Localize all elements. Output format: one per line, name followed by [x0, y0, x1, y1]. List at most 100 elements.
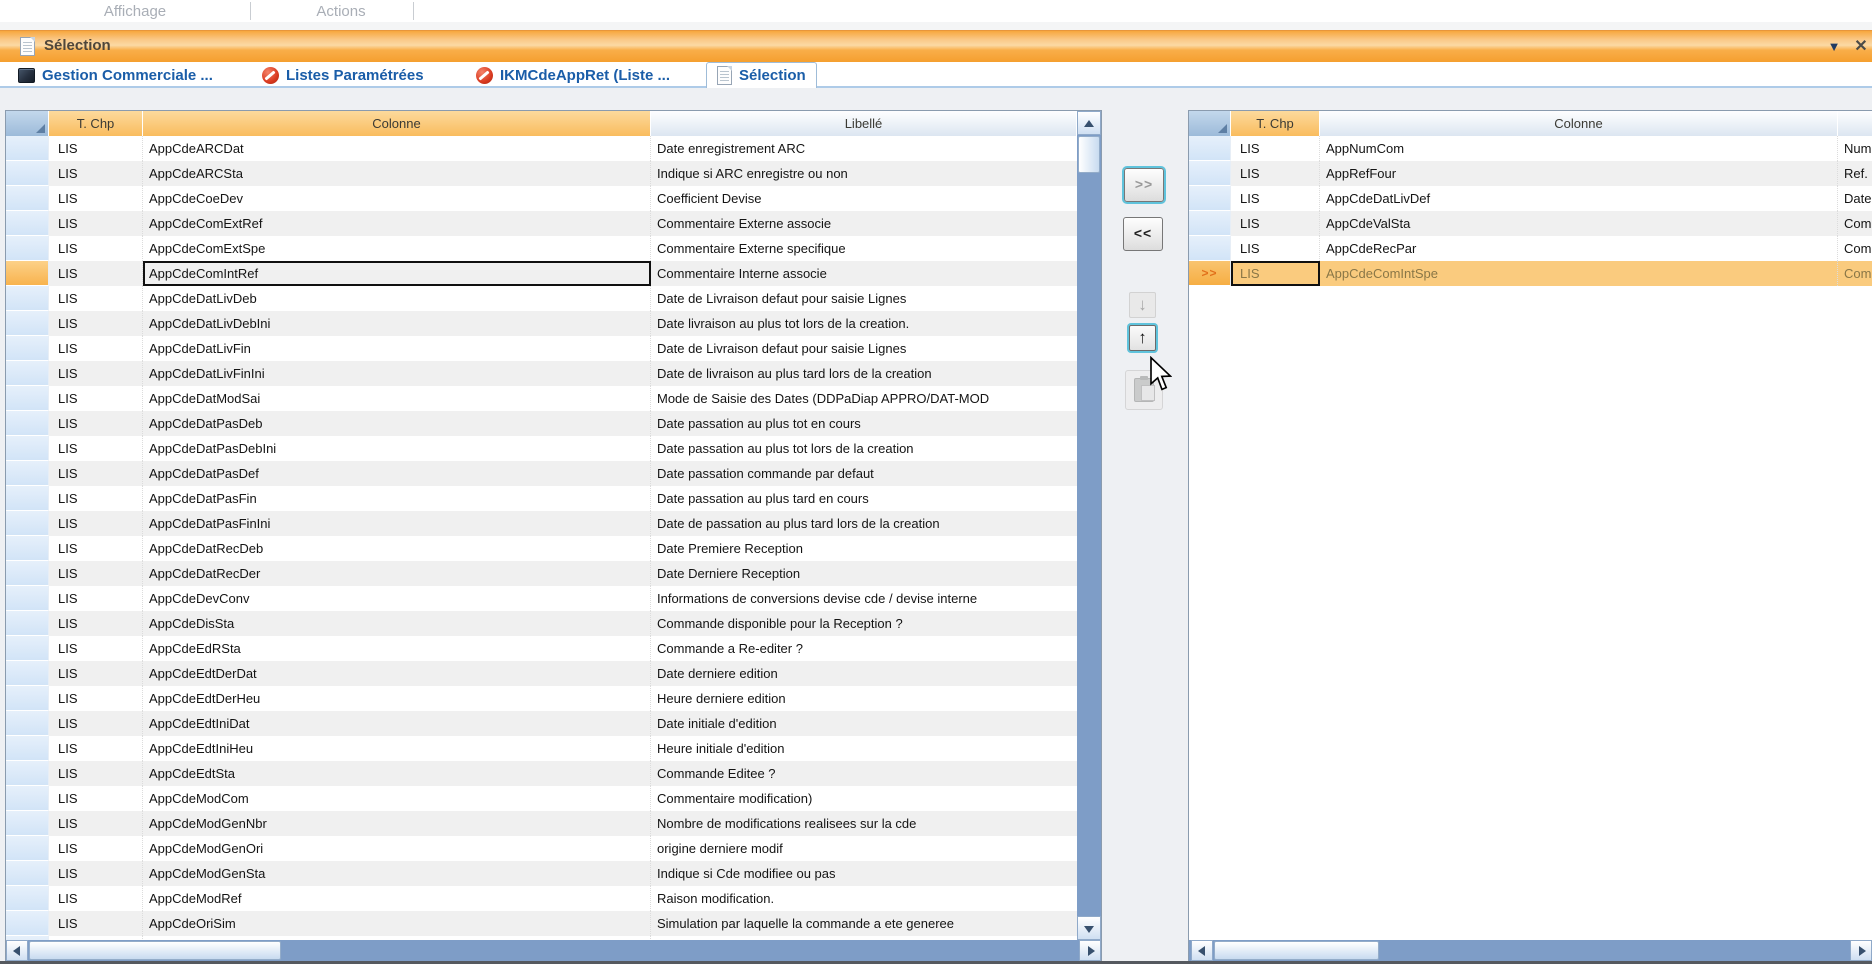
cell-tchp[interactable]: LIS — [49, 861, 143, 886]
cell-tchp[interactable]: LIS — [49, 511, 143, 536]
cell-libelle[interactable]: Date livraison au plus tot lors de la cr… — [651, 311, 1077, 336]
row-selector-cell[interactable] — [6, 686, 49, 711]
cell-tchp[interactable]: LIS — [49, 361, 143, 386]
cell-colonne[interactable]: AppCdeModGenSta — [143, 861, 651, 886]
cell-colonne[interactable]: AppCdeDatPasDeb — [143, 411, 651, 436]
cell-libelle[interactable]: Date derniere edition — [651, 661, 1077, 686]
vertical-scrollbar-thumb[interactable] — [1078, 136, 1100, 173]
cell-colonne[interactable]: AppCdeEdtDerDat — [143, 661, 651, 686]
cell-colonne[interactable]: AppRefFour — [1320, 161, 1838, 186]
cell-tchp[interactable]: LIS — [49, 661, 143, 686]
row-selector-cell[interactable] — [6, 436, 49, 461]
row-selector-cell[interactable] — [6, 286, 49, 311]
table-row[interactable]: LISAppCdeComExtRefCommentaire Externe as… — [6, 211, 1077, 236]
scroll-up-button[interactable] — [1077, 111, 1101, 135]
table-row[interactable]: LISAppCdeModComCommentaire modification) — [6, 786, 1077, 811]
row-selector-cell[interactable] — [1189, 136, 1231, 161]
cell-colonne[interactable]: AppCdeOriSim — [143, 911, 651, 936]
cell-tchp[interactable]: LIS — [49, 461, 143, 486]
row-selector-cell[interactable] — [6, 911, 49, 936]
cell-libelle[interactable]: Date de Livraison defaut pour saisie Lig… — [651, 336, 1077, 361]
table-row[interactable]: LISAppCdeDatPasDebIniDate passation au p… — [6, 436, 1077, 461]
cell-tchp[interactable]: LIS — [1231, 236, 1320, 261]
row-selector-cell[interactable]: >> — [1189, 261, 1231, 286]
cell-libelle[interactable]: Num — [1838, 136, 1872, 161]
cell-tchp[interactable]: LIS — [49, 336, 143, 361]
cell-colonne[interactable]: AppCdeEdtSta — [143, 761, 651, 786]
column-header-tchp[interactable]: T. Chp — [1231, 111, 1320, 136]
cell-libelle[interactable]: Informations de conversions devise cde /… — [651, 586, 1077, 611]
cell-libelle[interactable]: Mode de Saisie des Dates (DDPaDiap APPRO… — [651, 386, 1077, 411]
scroll-left-button[interactable] — [6, 940, 28, 961]
cell-tchp[interactable]: LIS — [49, 786, 143, 811]
table-row[interactable]: LISAppCdeModGenOriorigine derniere modif — [6, 836, 1077, 861]
row-selector-cell[interactable] — [1189, 161, 1231, 186]
cell-colonne[interactable]: AppCdeDatPasDebIni — [143, 436, 651, 461]
cell-libelle[interactable]: Date passation au plus tard en cours — [651, 486, 1077, 511]
scroll-right-button[interactable] — [1079, 940, 1101, 961]
cell-libelle[interactable]: Commande a Re-editer ? — [651, 636, 1077, 661]
table-row[interactable]: LISAppCdeEdtDerDatDate derniere edition — [6, 661, 1077, 686]
table-row[interactable]: LISAppCdeDatLivDefDate — [1189, 186, 1872, 211]
table-row[interactable]: LISAppCdeEdtDerHeuHeure derniere edition — [6, 686, 1077, 711]
cell-libelle[interactable]: Date passation au plus tot en cours — [651, 411, 1077, 436]
cell-tchp[interactable]: LIS — [49, 561, 143, 586]
row-selector-cell[interactable] — [6, 386, 49, 411]
cell-libelle[interactable]: Date de Livraison defaut pour saisie Lig… — [651, 286, 1077, 311]
table-row[interactable]: LISAppCdeDatPasDebDate passation au plus… — [6, 411, 1077, 436]
table-row[interactable]: LISAppCdeDatLivDebDate de Livraison defa… — [6, 286, 1077, 311]
table-row[interactable]: LISAppCdeDatLivFinDate de Livraison defa… — [6, 336, 1077, 361]
cell-libelle[interactable]: Commentaire Externe associe — [651, 211, 1077, 236]
cell-libelle[interactable]: Nombre de modifications realisees sur la… — [651, 811, 1077, 836]
row-selector-cell[interactable] — [6, 161, 49, 186]
cell-colonne[interactable]: AppCdeComExtSpe — [143, 236, 651, 261]
row-selector-cell[interactable] — [6, 361, 49, 386]
cell-colonne[interactable]: AppCdeCoeDev — [143, 186, 651, 211]
column-header-colonne[interactable]: Colonne — [1320, 111, 1838, 136]
cell-tchp[interactable]: LIS — [49, 311, 143, 336]
vertical-scrollbar[interactable] — [1077, 111, 1101, 940]
cell-libelle[interactable]: Commentaire modification) — [651, 786, 1077, 811]
cell-libelle[interactable]: Heure derniere edition — [651, 686, 1077, 711]
cell-colonne[interactable]: AppCdeModRef — [143, 886, 651, 911]
row-selector-cell[interactable] — [6, 711, 49, 736]
horizontal-scrollbar-thumb[interactable] — [29, 941, 281, 960]
row-selector-cell[interactable] — [6, 611, 49, 636]
column-header-colonne[interactable]: Colonne — [143, 111, 651, 136]
row-selector-cell[interactable] — [6, 486, 49, 511]
cell-tchp[interactable]: LIS — [1231, 211, 1320, 236]
select-all-corner[interactable] — [6, 111, 49, 136]
row-selector-cell[interactable] — [6, 186, 49, 211]
cell-libelle[interactable]: Date initiale d'edition — [651, 711, 1077, 736]
row-selector-cell[interactable] — [6, 411, 49, 436]
column-header-libelle[interactable] — [1838, 111, 1872, 136]
cell-colonne[interactable]: AppCdeModGenNbr — [143, 811, 651, 836]
cell-libelle[interactable]: Heure initiale d'edition — [651, 736, 1077, 761]
row-selector-cell[interactable] — [6, 786, 49, 811]
table-row[interactable]: LISAppCdeDatRecDebDate Premiere Receptio… — [6, 536, 1077, 561]
table-row[interactable]: LISAppCdeDatPasFinDate passation au plus… — [6, 486, 1077, 511]
cell-colonne[interactable]: AppCdeARCDat — [143, 136, 651, 161]
cell-colonne[interactable]: AppCdeDatRecDer — [143, 561, 651, 586]
cell-libelle[interactable]: Com — [1838, 261, 1872, 286]
cell-libelle[interactable]: Date passation au plus tot lors de la cr… — [651, 436, 1077, 461]
cell-libelle[interactable]: Commentaire Interne associe — [651, 261, 1077, 286]
table-row[interactable]: LISAppCdeRecParCom — [1189, 236, 1872, 261]
window-menu-caret-icon[interactable]: ▼ — [1824, 35, 1844, 57]
cell-colonne[interactable]: AppCdeARCSta — [143, 161, 651, 186]
table-row[interactable]: LISAppCdeDevConvInformations de conversi… — [6, 586, 1077, 611]
cell-libelle[interactable]: Commande disponible pour la Reception ? — [651, 611, 1077, 636]
cell-colonne[interactable]: AppCdeDisSta — [143, 611, 651, 636]
table-row[interactable]: LISAppCdeCoeDevCoefficient Devise — [6, 186, 1077, 211]
cell-tchp[interactable]: LIS — [49, 161, 143, 186]
cell-colonne[interactable]: AppCdeDatModSai — [143, 386, 651, 411]
table-row[interactable]: LISAppCdeARCDatDate enregistrement ARC — [6, 136, 1077, 161]
row-selector-cell[interactable] — [6, 861, 49, 886]
cell-colonne[interactable]: AppCdeEdtDerHeu — [143, 686, 651, 711]
close-icon[interactable]: ✕ — [1850, 34, 1872, 58]
horizontal-scrollbar-thumb[interactable] — [1214, 941, 1379, 960]
table-row[interactable]: LISAppCdeModRefRaison modification. — [6, 886, 1077, 911]
row-selector-cell[interactable] — [6, 211, 49, 236]
cell-libelle[interactable]: Date de passation au plus tard lors de l… — [651, 511, 1077, 536]
cell-libelle[interactable]: Commentaire Externe specifique — [651, 236, 1077, 261]
